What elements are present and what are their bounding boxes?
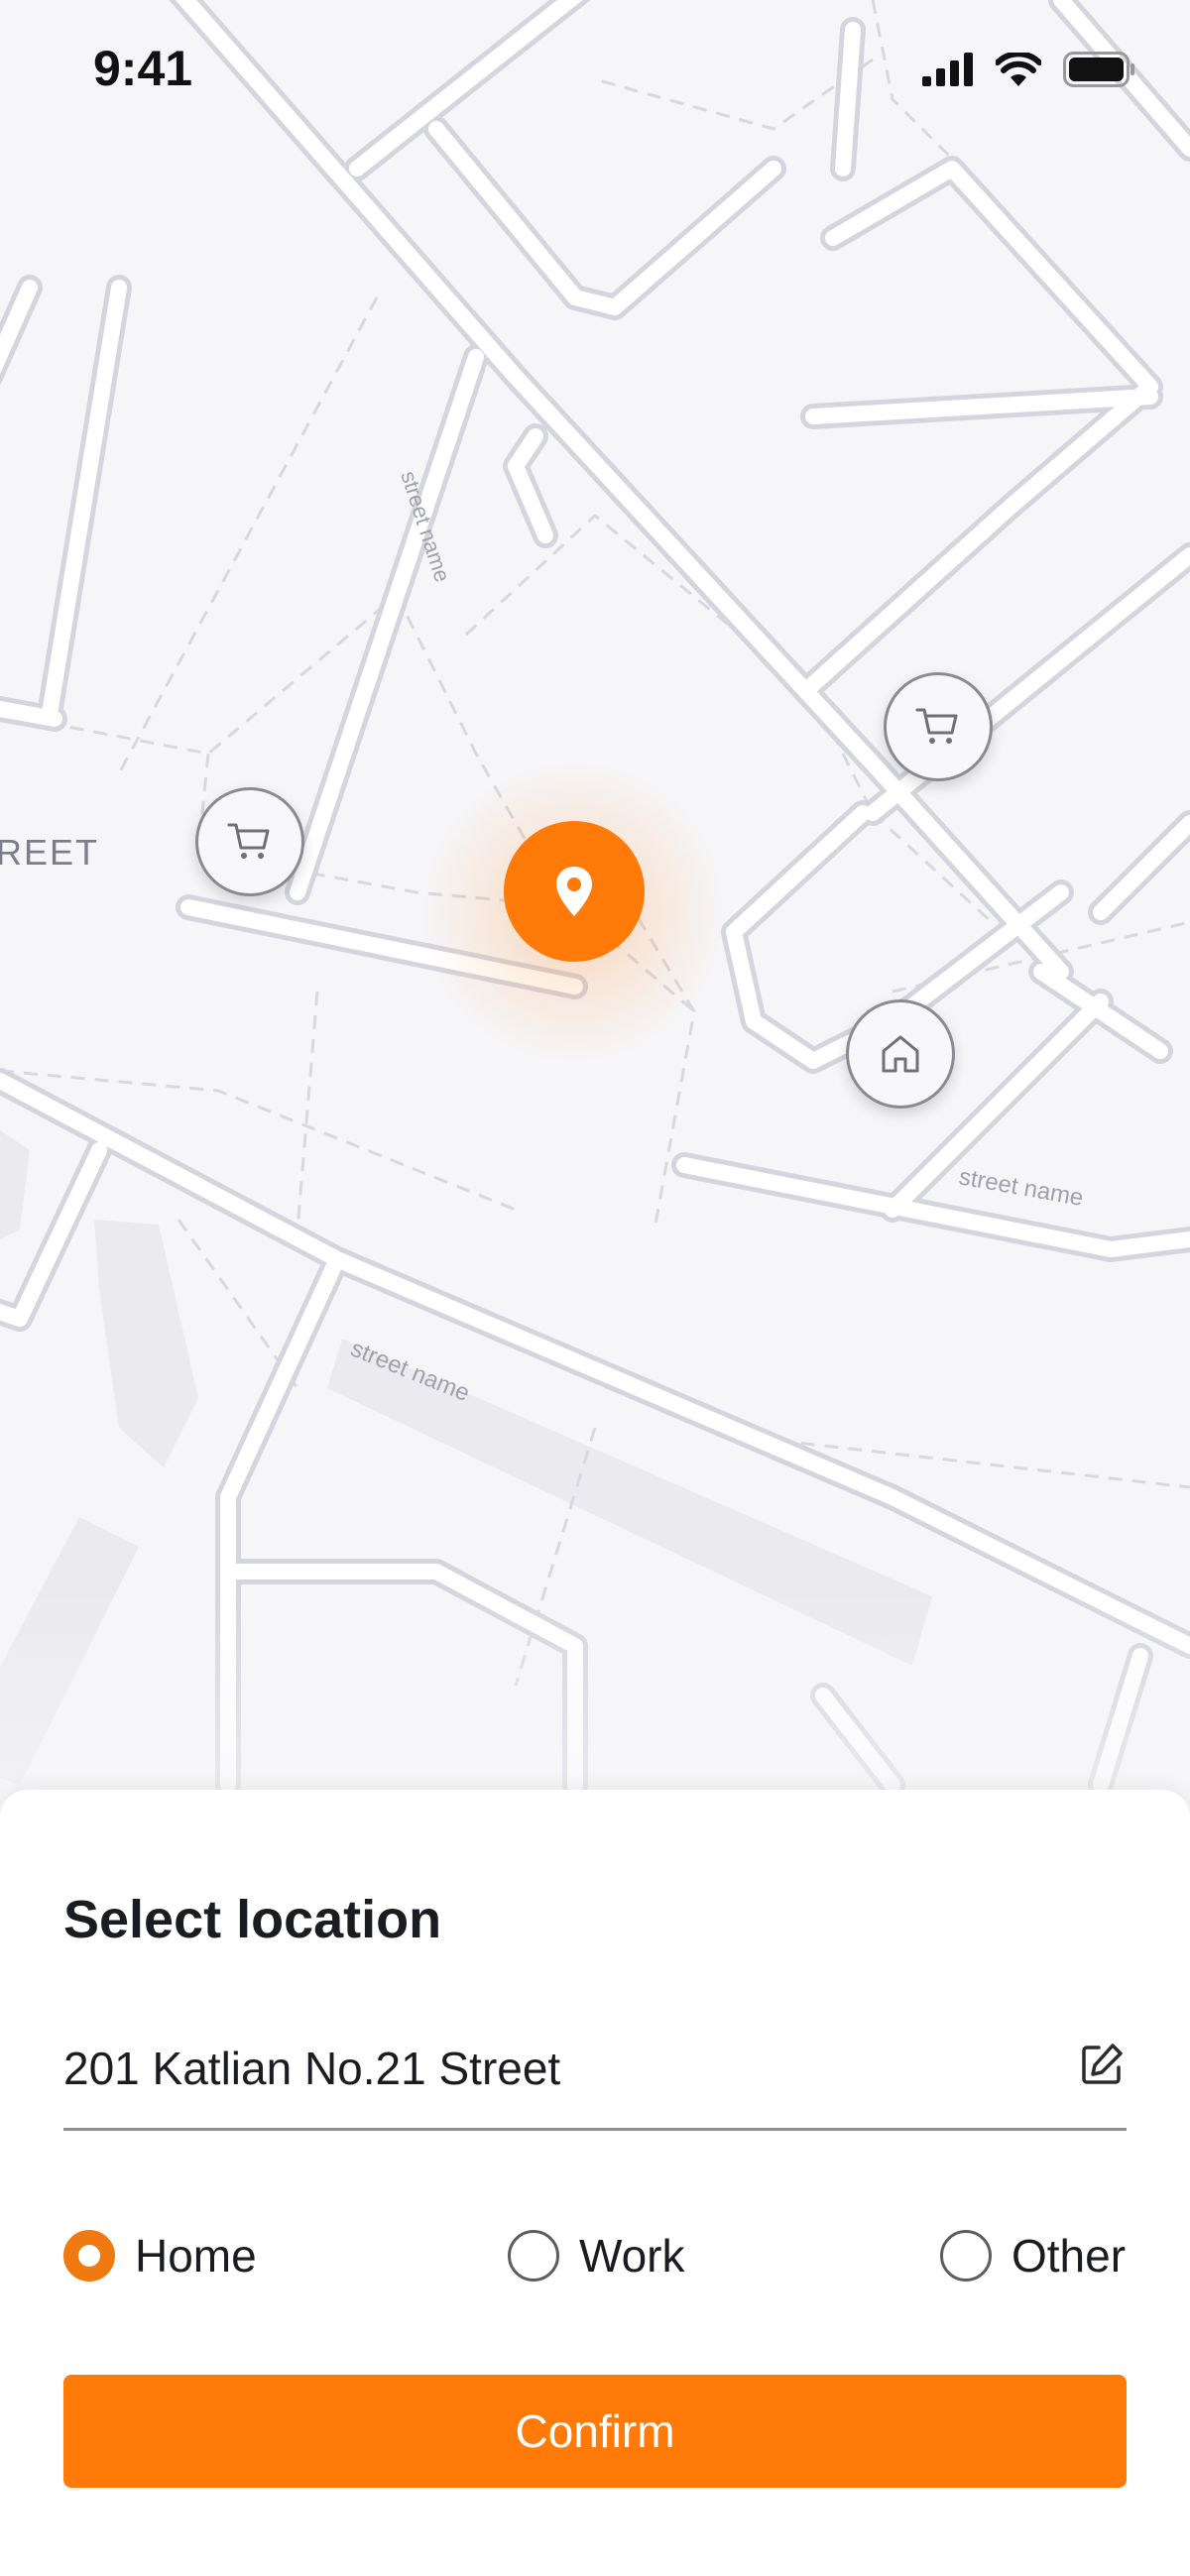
radio-option-home[interactable]: Home — [63, 2216, 257, 2295]
selected-location-pin[interactable] — [504, 821, 645, 962]
radio-work[interactable] — [508, 2230, 559, 2282]
cellular-signal-icon — [922, 53, 973, 86]
radio-label-other: Other — [1012, 2230, 1127, 2282]
home-marker[interactable] — [846, 999, 955, 1109]
radio-option-other[interactable]: Other — [940, 2216, 1126, 2295]
wifi-icon — [996, 53, 1041, 86]
status-time: 9:41 — [93, 41, 193, 96]
sheet-title: Select location — [63, 1890, 442, 1949]
street-label-main: REET — [0, 832, 99, 873]
home-icon — [882, 1035, 919, 1073]
radio-option-work[interactable]: Work — [508, 2216, 685, 2295]
radio-label-home: Home — [135, 2230, 257, 2282]
location-type-group: Home Work Other — [63, 2216, 1127, 2295]
address-field[interactable]: 201 Katlian No.21 Street — [63, 2022, 1127, 2131]
location-pin-icon — [556, 867, 592, 916]
status-icons — [922, 50, 1136, 89]
shopping-cart-icon — [915, 708, 958, 744]
radio-other[interactable] — [940, 2230, 992, 2282]
location-sheet: Select location 201 Katlian No.21 Street… — [0, 1790, 1190, 2576]
shopping-cart-icon — [227, 823, 270, 859]
shopping-cart-marker[interactable] — [195, 787, 304, 896]
confirm-button[interactable]: Confirm — [63, 2375, 1127, 2488]
radio-label-work: Work — [579, 2230, 685, 2282]
status-bar: 9:41 — [0, 0, 1190, 139]
shopping-cart-marker[interactable] — [884, 672, 993, 781]
radio-home-selected[interactable] — [63, 2230, 115, 2282]
address-value[interactable]: 201 Katlian No.21 Street — [63, 2042, 560, 2095]
edit-address-button[interactable] — [1077, 2040, 1127, 2089]
edit-icon — [1082, 2044, 1123, 2084]
battery-icon — [1063, 52, 1134, 87]
